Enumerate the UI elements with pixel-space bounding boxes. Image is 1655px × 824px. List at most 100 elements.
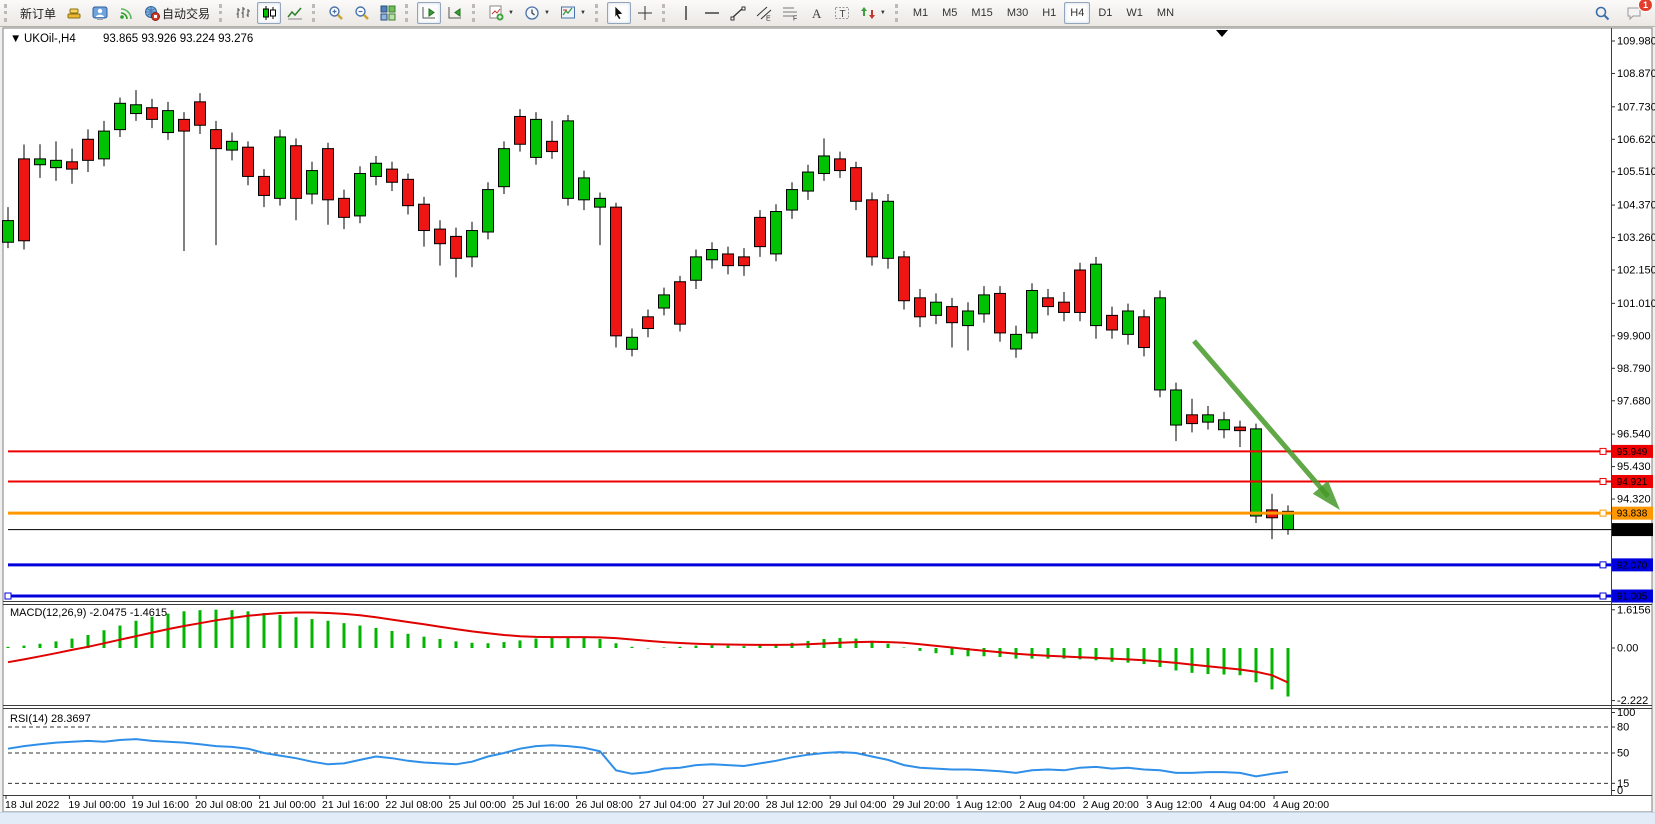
candle-body (1171, 390, 1182, 425)
time-axis-label: 20 Jul 08:00 (195, 799, 252, 811)
candle-body (819, 156, 830, 174)
price-axis-label: 94.320 (1617, 494, 1651, 506)
candle-body (1075, 270, 1086, 312)
toolbar-group-handle (662, 4, 670, 22)
candle-body (435, 229, 446, 244)
timeframe-m30-button[interactable]: M30 (1001, 2, 1034, 24)
candle-body (259, 176, 270, 195)
rsi-scale-label: 100 (1617, 707, 1635, 719)
label-button[interactable]: T (830, 2, 854, 24)
autoscroll-icon (447, 5, 463, 21)
time-axis-label: 19 Jul 16:00 (132, 799, 189, 811)
price-axis-label: 95.430 (1617, 461, 1651, 473)
clock-icon (524, 5, 540, 21)
tile-icon (380, 5, 396, 21)
macd-indicator-label: MACD(12,26,9) -2.0475 -1.4615 (10, 607, 167, 619)
indicators-icon (488, 5, 504, 21)
bottom-strip (0, 812, 1655, 824)
cursor-button[interactable] (607, 2, 631, 24)
time-axis-label: 3 Aug 12:00 (1146, 799, 1202, 811)
templates-button[interactable]: ▼ (556, 2, 590, 24)
text-button[interactable]: A (804, 2, 828, 24)
timeframe-d1-button[interactable]: D1 (1092, 2, 1118, 24)
time-axis-label: 4 Aug 04:00 (1210, 799, 1266, 811)
price-axis[interactable]: 109.980108.870107.730106.620105.510104.3… (1612, 36, 1655, 506)
notification-badge: 1 (1638, 0, 1653, 12)
autotrade-button[interactable]: 自动交易 (140, 2, 214, 24)
candle-body (243, 147, 254, 176)
candlestick-button[interactable] (257, 2, 281, 24)
price-axis-label: 107.730 (1617, 101, 1655, 113)
search-icon (1594, 5, 1610, 21)
shift-chart-button[interactable] (417, 2, 441, 24)
candle-body (371, 163, 382, 176)
price-axis-label: 102.150 (1617, 265, 1655, 277)
candle-body (339, 198, 350, 217)
profile-icon (92, 5, 108, 21)
timeframe-m15-button[interactable]: M15 (965, 2, 998, 24)
candle-body (451, 236, 462, 258)
autoscroll-button[interactable] (443, 2, 467, 24)
profile-button[interactable] (88, 2, 112, 24)
candle-body (1107, 315, 1118, 330)
price-tag-label: 91.005 (1617, 592, 1648, 603)
indicators-button[interactable]: ▼ (484, 2, 518, 24)
periods-button[interactable]: ▼ (520, 2, 554, 24)
candle-body (691, 257, 702, 280)
candle-body (851, 168, 862, 202)
hline-button[interactable] (700, 2, 724, 24)
timeframe-h1-button[interactable]: H1 (1036, 2, 1062, 24)
channel-icon: E (756, 5, 772, 21)
time-axis-label: 27 Jul 04:00 (639, 799, 696, 811)
candle-body (1027, 291, 1038, 333)
candle-body (931, 302, 942, 315)
trendline-button[interactable] (726, 2, 750, 24)
svg-text:F: F (793, 16, 797, 22)
time-axis-label: 29 Jul 04:00 (829, 799, 886, 811)
timeframe-h4-button[interactable]: H4 (1064, 2, 1090, 24)
candle-body (387, 169, 398, 182)
timeframe-m5-button[interactable]: M5 (936, 2, 963, 24)
line-handle (1600, 448, 1606, 454)
candle-body (1091, 264, 1102, 325)
rsi-scale-label: 80 (1617, 721, 1629, 733)
crosshair-button[interactable] (633, 2, 657, 24)
gold-button[interactable] (62, 2, 86, 24)
chart-title-ohlc: 93.865 93.926 93.224 93.276 (103, 33, 253, 45)
candle-body (643, 317, 654, 329)
price-axis-label: 106.620 (1617, 134, 1655, 146)
vline-button[interactable] (674, 2, 698, 24)
symbol-dropdown-marker[interactable]: ▼ (10, 33, 21, 45)
shapes-button[interactable]: ▼ (856, 2, 890, 24)
signal-button[interactable] (114, 2, 138, 24)
fibonacci-button[interactable]: F (778, 2, 802, 24)
tile-windows-button[interactable] (376, 2, 400, 24)
candle-body (995, 293, 1006, 332)
line-handle (1600, 593, 1606, 599)
candle-body (515, 116, 526, 144)
time-axis-label: 4 Aug 20:00 (1273, 799, 1329, 811)
bar-chart-button[interactable] (231, 2, 255, 24)
search-button[interactable] (1590, 2, 1614, 24)
chart-canvas[interactable]: 95.94994.92193.83893.27692.07091.005109.… (0, 27, 1655, 812)
line-chart-button[interactable] (283, 2, 307, 24)
candle-body (963, 311, 974, 326)
candle-body (35, 159, 46, 165)
candle-body (1011, 334, 1022, 349)
time-axis-label: 22 Jul 08:00 (385, 799, 442, 811)
candle-body (499, 149, 510, 187)
new-order-button[interactable]: 新订单 (16, 2, 60, 24)
timeframe-mn-button[interactable]: MN (1151, 2, 1180, 24)
notifications-button[interactable]: 1 (1622, 2, 1646, 24)
price-axis-label: 103.260 (1617, 232, 1655, 244)
candle-body (275, 137, 286, 198)
toolbar: 新订单自动交易▼▼▼EFAT▼M1M5M15M30H1H4D1W1MN1 (0, 0, 1655, 27)
zoom-in-button[interactable] (324, 2, 348, 24)
macd-scale-label: 0.00 (1617, 643, 1638, 655)
zoom-out-button[interactable] (350, 2, 374, 24)
timeframe-m1-button[interactable]: M1 (907, 2, 934, 24)
channel-button[interactable]: E (752, 2, 776, 24)
timeframe-w1-button[interactable]: W1 (1120, 2, 1149, 24)
labelT-icon: T (834, 5, 850, 21)
fibo-icon: F (782, 5, 798, 21)
